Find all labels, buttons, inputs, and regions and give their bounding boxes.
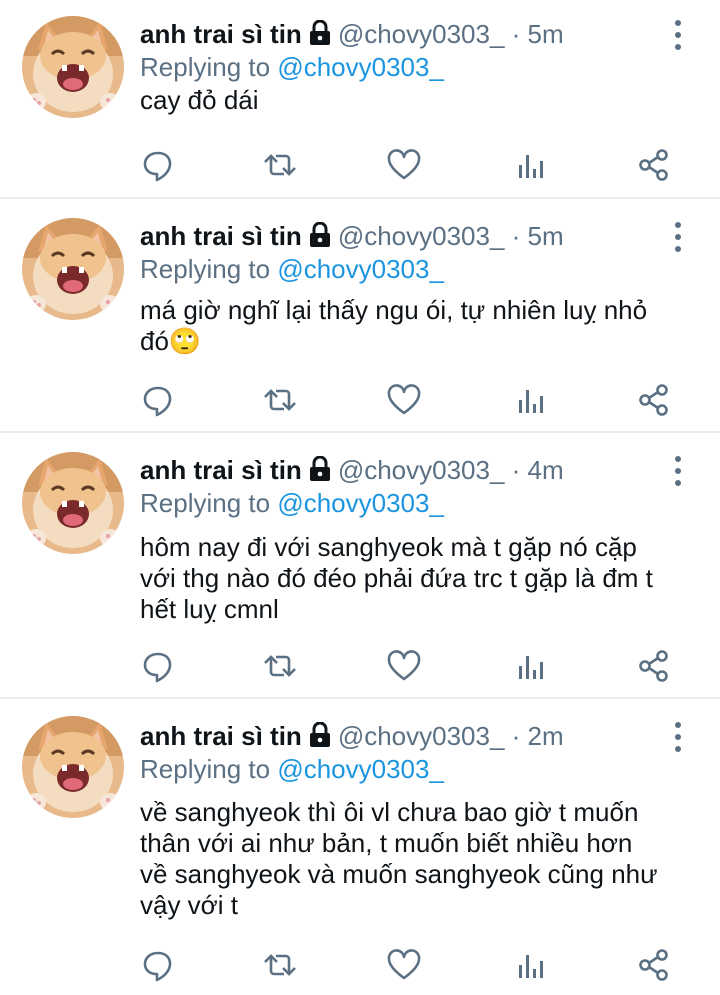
cat-avatar-image bbox=[22, 218, 124, 320]
more-vertical-icon[interactable] bbox=[668, 720, 688, 754]
tweet-text: cay đỏ dái bbox=[140, 85, 710, 116]
avatar[interactable] bbox=[22, 16, 124, 118]
handle[interactable]: @chovy0303_ bbox=[338, 19, 505, 49]
tweet-header: anh trai sì tin @chovy0303_ · 5m bbox=[140, 14, 564, 54]
replying-to-label: Replying to bbox=[140, 754, 278, 784]
reply-icon[interactable] bbox=[138, 945, 178, 985]
tweet-text-line: cay đỏ dái bbox=[140, 85, 259, 115]
more-vertical-icon[interactable] bbox=[668, 454, 688, 488]
avatar[interactable] bbox=[22, 716, 124, 818]
heart-icon[interactable] bbox=[384, 646, 424, 686]
handle[interactable]: @chovy0303_ bbox=[338, 455, 505, 485]
tweet[interactable]: anh trai sì tin @chovy0303_ · 5m Replyin… bbox=[0, 0, 720, 198]
tweet-actions bbox=[0, 646, 720, 686]
handle[interactable]: @chovy0303_ bbox=[338, 721, 505, 751]
reply-icon[interactable] bbox=[138, 380, 178, 420]
replying-to: Replying to @chovy0303_ bbox=[140, 485, 444, 521]
analytics-icon[interactable] bbox=[510, 945, 550, 985]
tweet-header: anh trai sì tin @chovy0303_ · 2m bbox=[140, 716, 564, 756]
share-icon[interactable] bbox=[634, 380, 674, 420]
share-icon[interactable] bbox=[634, 945, 674, 985]
share-icon[interactable] bbox=[634, 145, 674, 185]
tweet-actions bbox=[0, 945, 720, 985]
tweet-header: anh trai sì tin @chovy0303_ · 5m bbox=[140, 216, 564, 256]
more-vertical-icon[interactable] bbox=[668, 18, 688, 52]
display-name[interactable]: anh trai sì tin bbox=[140, 455, 302, 485]
cat-avatar-image bbox=[22, 716, 124, 818]
retweet-icon[interactable] bbox=[260, 945, 300, 985]
handle[interactable]: @chovy0303_ bbox=[338, 221, 505, 251]
more-vertical-icon[interactable] bbox=[668, 220, 688, 254]
heart-icon[interactable] bbox=[384, 145, 424, 185]
mention-link[interactable]: @chovy0303_ bbox=[277, 754, 444, 784]
share-icon[interactable] bbox=[634, 646, 674, 686]
tweet-text-line: về sanghyeok và muốn sanghyeok cũng như bbox=[140, 859, 658, 889]
avatar[interactable] bbox=[22, 452, 124, 554]
replying-to-label: Replying to bbox=[140, 488, 278, 518]
avatar[interactable] bbox=[22, 218, 124, 320]
tweet-text-line: thân với ai như bản, t muốn biết nhiều h… bbox=[140, 828, 633, 858]
retweet-icon[interactable] bbox=[260, 145, 300, 185]
heart-icon[interactable] bbox=[384, 380, 424, 420]
timestamp[interactable]: · 5m bbox=[512, 19, 564, 49]
display-name[interactable]: anh trai sì tin bbox=[140, 221, 302, 251]
tweet-text-line: về sanghyeok thì ôi vl chưa bao giờ t mu… bbox=[140, 797, 639, 827]
replying-to-label: Replying to bbox=[140, 254, 278, 284]
display-name[interactable]: anh trai sì tin bbox=[140, 721, 302, 751]
display-name[interactable]: anh trai sì tin bbox=[140, 19, 302, 49]
tweet[interactable]: anh trai sì tin @chovy0303_ · 5m Replyin… bbox=[0, 202, 720, 432]
timestamp[interactable]: · 4m bbox=[512, 455, 564, 485]
tweet-text-line: má giờ nghĩ lại thấy ngu ói, tự nhiên lu… bbox=[140, 295, 648, 325]
tweet-text-line: với thg nào đó đéo phải đứa trc t gặp là… bbox=[140, 563, 653, 593]
mention-link[interactable]: @chovy0303_ bbox=[277, 254, 444, 284]
analytics-icon[interactable] bbox=[510, 380, 550, 420]
retweet-icon[interactable] bbox=[260, 380, 300, 420]
heart-icon[interactable] bbox=[384, 945, 424, 985]
timestamp[interactable]: · 2m bbox=[512, 721, 564, 751]
tweet-text-line: đó🙄 bbox=[140, 326, 202, 356]
reply-icon[interactable] bbox=[138, 145, 178, 185]
timestamp[interactable]: · 5m bbox=[512, 221, 564, 251]
divider bbox=[0, 431, 720, 433]
replying-to: Replying to @chovy0303_ bbox=[140, 251, 444, 287]
tweet-text: hôm nay đi với sanghyeok mà t gặp nó cặp… bbox=[140, 532, 710, 625]
tweet-text: về sanghyeok thì ôi vl chưa bao giờ t mu… bbox=[140, 797, 710, 921]
tweet-actions bbox=[0, 145, 720, 185]
tweet-actions bbox=[0, 380, 720, 420]
tweet-text-line: hôm nay đi với sanghyeok mà t gặp nó cặp bbox=[140, 532, 637, 562]
reply-icon[interactable] bbox=[138, 646, 178, 686]
replying-to: Replying to @chovy0303_ bbox=[140, 49, 444, 85]
replying-to-label: Replying to bbox=[140, 52, 278, 82]
analytics-icon[interactable] bbox=[510, 145, 550, 185]
tweet[interactable]: anh trai sì tin @chovy0303_ · 2m Replyin… bbox=[0, 702, 720, 995]
mention-link[interactable]: @chovy0303_ bbox=[277, 488, 444, 518]
cat-avatar-image bbox=[22, 16, 124, 118]
tweet-text-line: vậy với t bbox=[140, 890, 238, 920]
tweet-text: má giờ nghĩ lại thấy ngu ói, tự nhiên lu… bbox=[140, 295, 710, 357]
retweet-icon[interactable] bbox=[260, 646, 300, 686]
divider bbox=[0, 697, 720, 699]
tweet-header: anh trai sì tin @chovy0303_ · 4m bbox=[140, 450, 564, 490]
tweet[interactable]: anh trai sì tin @chovy0303_ · 4m Replyin… bbox=[0, 436, 720, 698]
divider bbox=[0, 197, 720, 199]
replying-to: Replying to @chovy0303_ bbox=[140, 751, 444, 787]
analytics-icon[interactable] bbox=[510, 646, 550, 686]
tweet-text-line: hết luỵ cmnl bbox=[140, 594, 279, 624]
cat-avatar-image bbox=[22, 452, 124, 554]
mention-link[interactable]: @chovy0303_ bbox=[277, 52, 444, 82]
